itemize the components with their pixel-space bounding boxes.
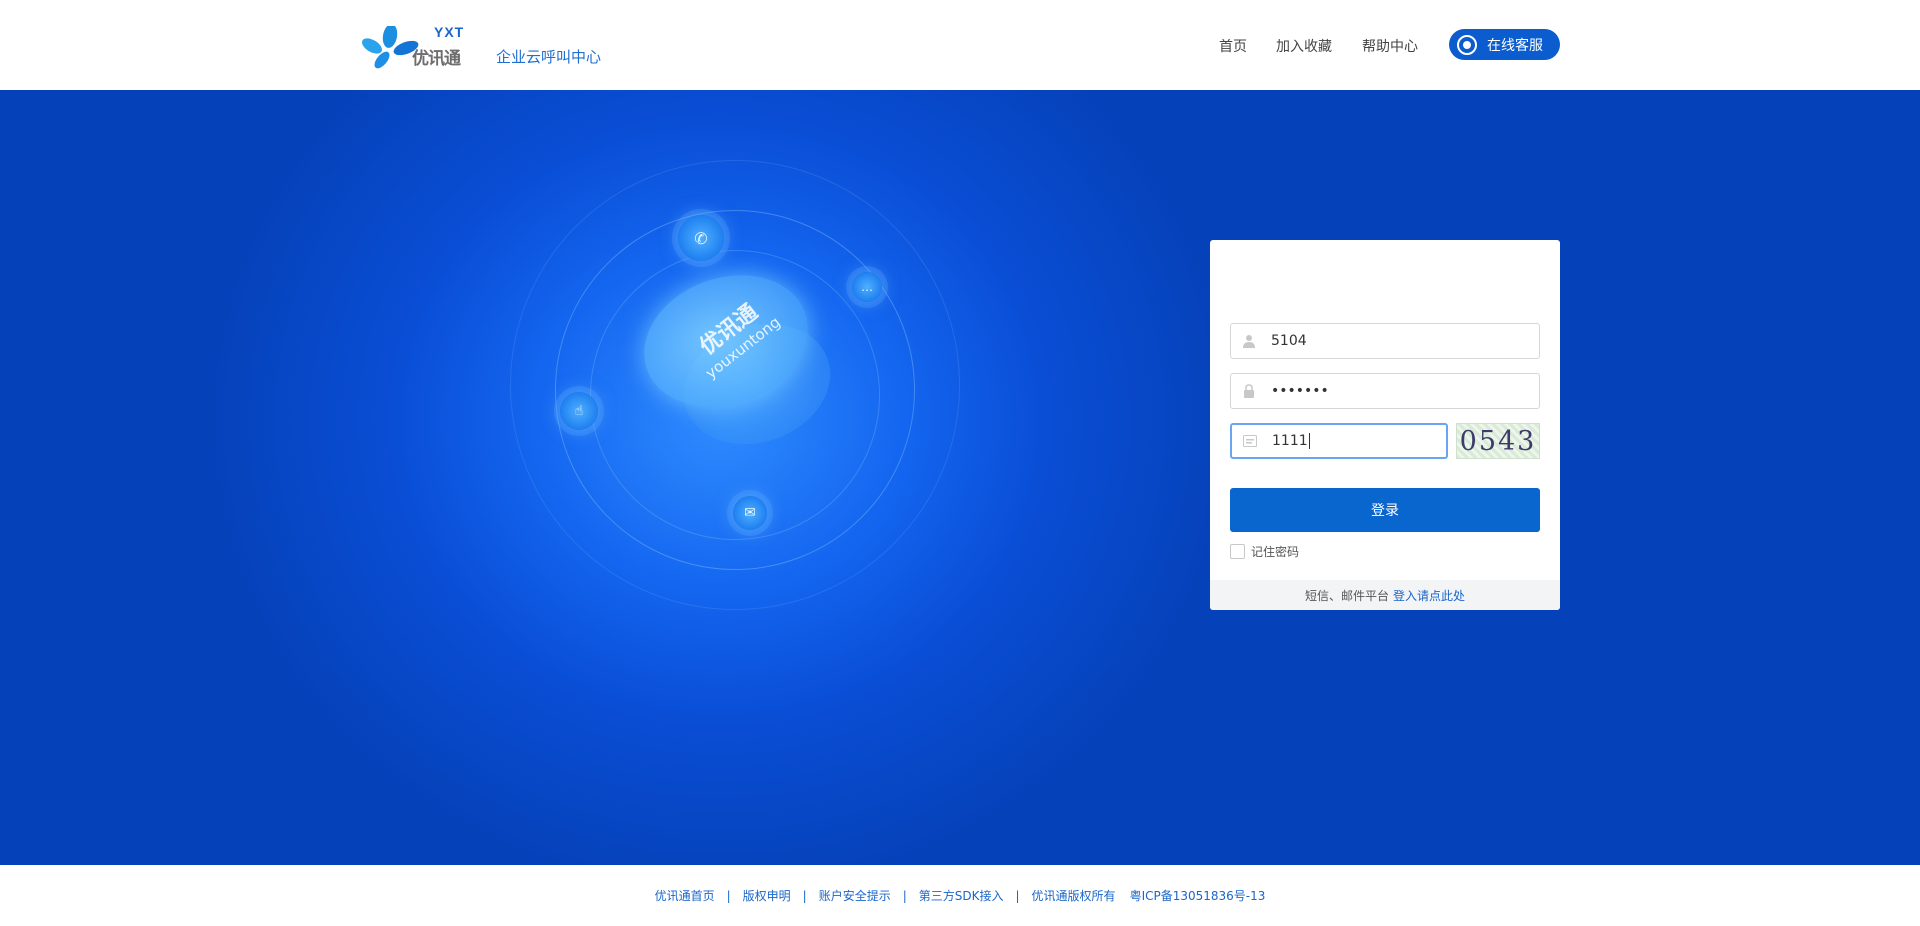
- icp-number[interactable]: 粤ICP备13051836号-13: [1130, 887, 1266, 904]
- footer-separator: |: [902, 888, 907, 903]
- phone-icon: ✆: [678, 215, 724, 261]
- footer-link-rights[interactable]: 优讯通版权所有: [1032, 887, 1116, 904]
- chat-icon: …: [852, 272, 882, 302]
- footer-link-security[interactable]: 账户安全提示: [819, 887, 891, 904]
- card-footer: 短信、邮件平台 登入请点此处: [1210, 580, 1560, 610]
- remember-password-checkbox[interactable]: 记住密码: [1230, 543, 1299, 560]
- nav-bookmark[interactable]: 加入收藏: [1276, 36, 1332, 56]
- page-footer: 优讯通首页 | 版权申明 | 账户安全提示 | 第三方SDK接入 | 优讯通版权…: [0, 865, 1920, 926]
- footer-link-copyright[interactable]: 版权申明: [743, 887, 791, 904]
- logo-text: 优讯通: [412, 49, 461, 69]
- checkbox-box[interactable]: [1230, 544, 1245, 559]
- captcha-input[interactable]: 1111: [1230, 423, 1448, 459]
- top-header: YXT 优讯通 企业云呼叫中心 首页 加入收藏 帮助中心 在线客服: [0, 0, 1920, 90]
- username-field[interactable]: 5104: [1230, 323, 1540, 359]
- online-service-button[interactable]: 在线客服: [1449, 29, 1560, 60]
- headset-icon: [1457, 34, 1477, 55]
- lock-icon: [1231, 374, 1267, 408]
- username-value: 5104: [1271, 333, 1307, 349]
- footer-separator: |: [726, 888, 731, 903]
- mail-icon: ✉: [733, 496, 767, 530]
- nav-home[interactable]: 首页: [1219, 36, 1247, 56]
- captcha-image[interactable]: 0543: [1456, 423, 1540, 459]
- brand-logo[interactable]: YXT 优讯通: [360, 24, 470, 70]
- user-icon: [1231, 324, 1267, 358]
- text-cursor: [1308, 433, 1310, 449]
- password-field[interactable]: •••••••: [1230, 373, 1540, 409]
- online-service-label: 在线客服: [1487, 37, 1543, 54]
- petal-logo-icon: [362, 26, 419, 69]
- footer-separator: |: [1015, 888, 1020, 903]
- login-button[interactable]: 登录: [1230, 488, 1540, 532]
- site-subtitle: 企业云呼叫中心: [496, 48, 602, 66]
- touch-icon: ☝: [560, 392, 598, 430]
- login-card: 5104 ••••••• 1111 0543 登录 记住密码 短信、邮件平台 登…: [1210, 240, 1560, 610]
- sms-email-platform-text: 短信、邮件平台: [1304, 588, 1389, 603]
- captcha-icon: [1232, 424, 1268, 458]
- logo-mark: YXT: [434, 24, 465, 40]
- sms-email-login-link[interactable]: 登入请点此处: [1393, 587, 1465, 604]
- footer-link-home[interactable]: 优讯通首页: [655, 887, 715, 904]
- password-value: •••••••: [1271, 383, 1329, 399]
- hero-banner: ✆ … ☝ ✉ 优讯通 youxuntong 5104 ••••••• 1111: [0, 90, 1920, 865]
- footer-link-sdk[interactable]: 第三方SDK接入: [919, 887, 1004, 904]
- footer-separator: |: [802, 888, 807, 903]
- nav-help[interactable]: 帮助中心: [1362, 36, 1418, 56]
- remember-password-label: 记住密码: [1251, 545, 1300, 559]
- captcha-input-value: 1111: [1272, 433, 1308, 449]
